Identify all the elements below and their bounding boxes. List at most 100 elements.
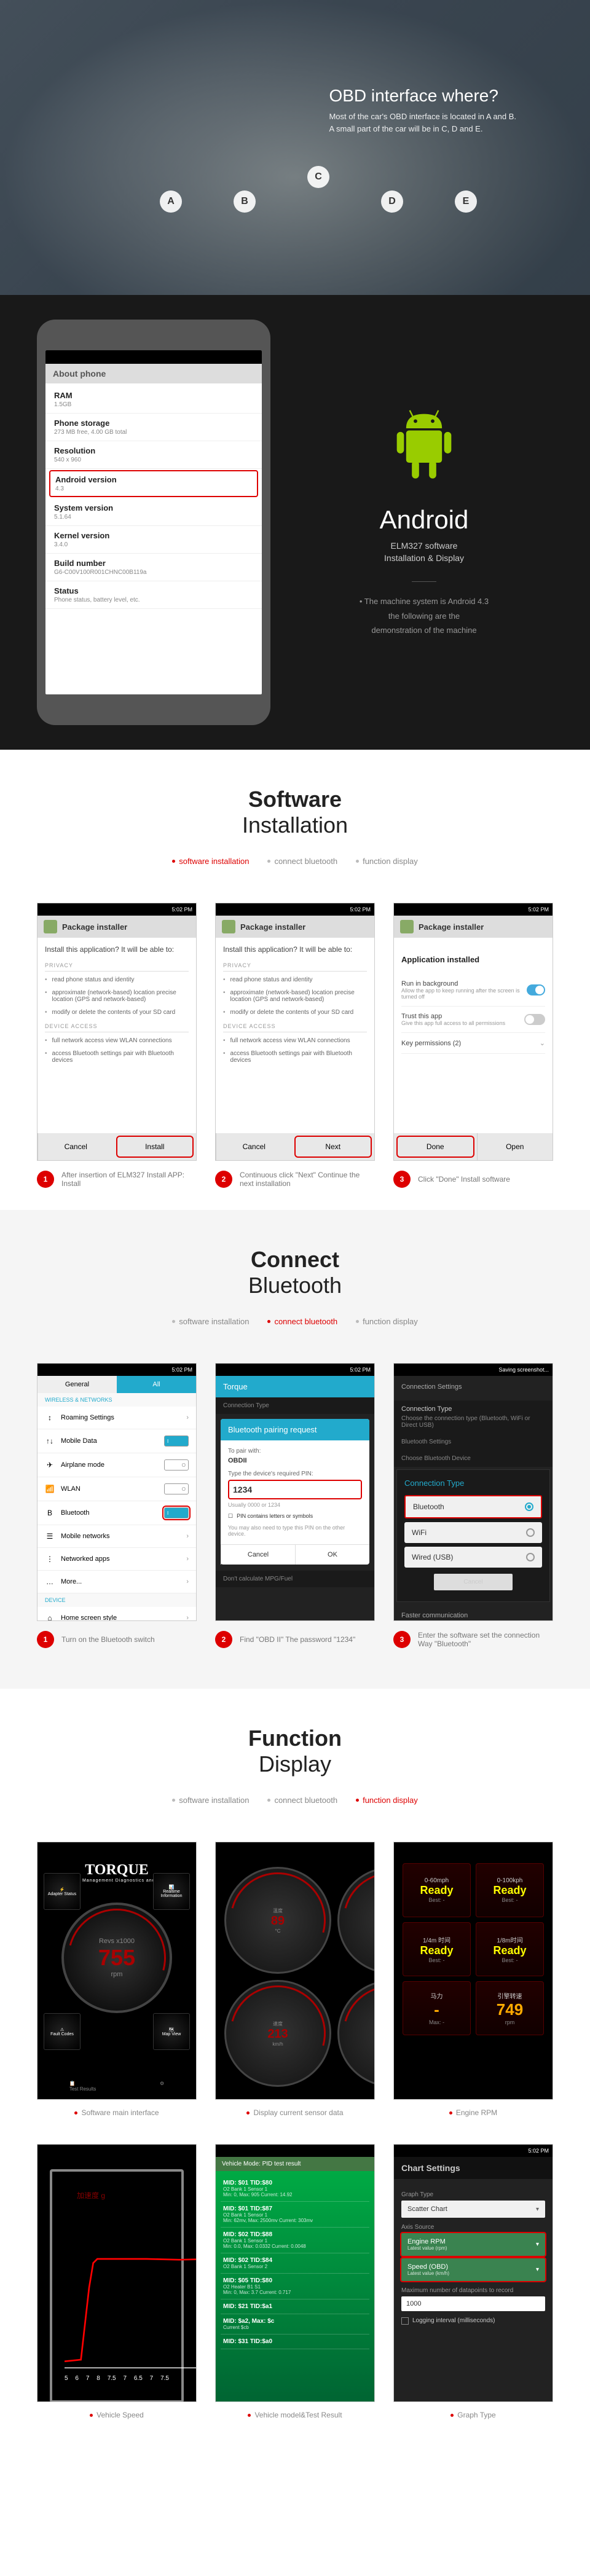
about-item[interactable]: StatusPhone status, battery level, etc. <box>45 581 262 609</box>
tab-software[interactable]: software installation <box>172 1317 249 1326</box>
power-box[interactable]: 引擎转速749rpm <box>476 1981 544 2035</box>
step-3-badge: 3 <box>393 1171 411 1188</box>
timing-box[interactable]: 1/8m时间ReadyBest: - <box>476 1922 544 1976</box>
sensor-item[interactable]: MID: $05 TID:$80O2 Heater B1 S1Min: 0, M… <box>221 2274 369 2299</box>
settings-item-more...[interactable]: …More...› <box>37 1571 196 1593</box>
acceleration-plot <box>65 2247 197 2370</box>
about-item[interactable]: Phone storage273 MB free, 4.00 GB total <box>45 414 262 441</box>
settings-item-mobile-networks[interactable]: ☰Mobile networks› <box>37 1525 196 1548</box>
timing-box[interactable]: 0-60mphReadyBest: - <box>403 1863 471 1917</box>
conn-wifi-option[interactable]: WiFi <box>404 1522 542 1543</box>
torque-main-screen: TORQUE Engine Management Diagnostics and… <box>37 1842 197 2100</box>
caption-rpm: Engine RPM <box>456 2108 497 2117</box>
sensor-gauge[interactable]: 速度213km/h <box>224 1980 331 2087</box>
graph-type-select[interactable]: Scatter Chart▾ <box>401 2201 545 2218</box>
axis-source-select-2[interactable]: Speed (OBD)Latest value (km/h) ▾ <box>401 2258 545 2281</box>
tab-function[interactable]: function display <box>356 857 418 866</box>
rpm-screen: 0-60mphReadyBest: -0-100kphReadyBest: -1… <box>393 1842 553 2100</box>
settings-item-bluetooth[interactable]: BBluetoothI <box>37 1501 196 1525</box>
tab-software[interactable]: software installation <box>172 857 249 866</box>
tab-bluetooth[interactable]: connect bluetooth <box>267 1317 337 1326</box>
pair-ok-button[interactable]: OK <box>295 1545 369 1565</box>
done-button[interactable]: Done <box>396 1136 474 1158</box>
settings-item-roaming-settings[interactable]: ↕Roaming Settings› <box>37 1407 196 1429</box>
tab-software[interactable]: software installation <box>172 1796 249 1805</box>
sensor-item[interactable]: MID: $21 TID:$a1 <box>221 2299 369 2314</box>
about-item[interactable]: Android version4.3 <box>49 470 258 497</box>
trust-toggle[interactable] <box>524 1014 545 1025</box>
max-points-input[interactable]: 1000 <box>401 2296 545 2311</box>
package-icon <box>44 920 57 933</box>
conn-cancel-button[interactable]: Cancel <box>434 1574 513 1590</box>
about-item[interactable]: Kernel version3.4.0 <box>45 526 262 554</box>
pin-input[interactable]: 1234 <box>228 1480 362 1499</box>
main-rpm-gauge[interactable]: Revs x1000 755 rpm <box>61 1903 172 2013</box>
android-desc2: the following are the <box>295 609 553 623</box>
settings-item-airplane-mode[interactable]: ✈Airplane modeO <box>37 1453 196 1477</box>
map-view-button[interactable]: 🗺Map View <box>153 2013 190 2050</box>
about-item[interactable]: Resolution540 x 960 <box>45 441 262 469</box>
conn-type-label: Connection Type <box>216 1397 374 1414</box>
next-button[interactable]: Next <box>294 1136 372 1158</box>
tab-bluetooth[interactable]: connect bluetooth <box>267 1796 337 1805</box>
log-checkbox[interactable] <box>401 2317 409 2325</box>
axis-source-select-1[interactable]: Engine RPMLatest value (rpm) ▾ <box>401 2233 545 2256</box>
about-phone-list: RAM1.5GBPhone storage273 MB free, 4.00 G… <box>45 383 262 611</box>
sensor-item[interactable]: MID: $02 TID:$84O2 Bank 1 Sensor 2 <box>221 2253 369 2274</box>
timing-box[interactable]: 1/4m 时间ReadyBest: - <box>403 1922 471 1976</box>
sensor-gauge[interactable]: Revs755rpm <box>337 1980 375 2087</box>
power-box[interactable]: 马力-Max: - <box>403 1981 471 2035</box>
package-icon <box>400 920 414 933</box>
fault-codes-button[interactable]: ⚠Fault Codes <box>44 2013 81 2050</box>
test-results-button[interactable]: 📋Test Results <box>69 2081 96 2092</box>
sensor-item[interactable]: MID: $01 TID:$80O2 Bank 1 Sensor 1Min: 0… <box>221 2176 369 2202</box>
key-perms-link[interactable]: Key permissions (2) <box>401 1040 461 1047</box>
expand-icon: ⌄ <box>540 1039 545 1047</box>
about-item[interactable]: RAM1.5GB <box>45 386 262 414</box>
timing-box[interactable]: 0-100kphReadyBest: - <box>476 1863 544 1917</box>
tab-general[interactable]: General <box>37 1376 117 1393</box>
bt-settings-label: Bluetooth Settings <box>394 1434 553 1450</box>
tab-bluetooth[interactable]: connect bluetooth <box>267 857 337 866</box>
max-points-label: Maximum number of datapoints to record <box>401 2287 545 2294</box>
open-button[interactable]: Open <box>477 1133 553 1160</box>
settings-item-networked-apps[interactable]: ⋮Networked apps› <box>37 1548 196 1571</box>
function-title: Function <box>248 1726 342 1751</box>
sensor-gauge[interactable]: 温度89°C <box>224 1867 331 1974</box>
settings-icon[interactable]: ⚙ <box>160 2081 164 2092</box>
android-sub1: ELM327 software <box>295 541 553 551</box>
checkbox-icon[interactable]: ☐ <box>228 1513 233 1520</box>
sensor-item[interactable]: MID: $a2, Max: $cCurrent $cb <box>221 2314 369 2334</box>
bt-step-1: Turn on the Bluetooth switch <box>61 1635 155 1644</box>
cancel-button[interactable]: Cancel <box>37 1133 114 1160</box>
cancel-button[interactable]: Cancel <box>216 1133 292 1160</box>
sensor-gauges-screen: 温度89°C电压14.1V速度213km/hRevs755rpm <box>215 1842 375 2100</box>
tab-function[interactable]: function display <box>356 1796 418 1805</box>
perm-item: full network access view WLAN connection… <box>52 1037 172 1044</box>
conn-bluetooth-option[interactable]: Bluetooth <box>404 1495 542 1518</box>
package-icon <box>222 920 235 933</box>
torque-header: Torque <box>216 1376 374 1397</box>
settings-item-wlan[interactable]: 📶WLANO <box>37 1477 196 1501</box>
tab-all[interactable]: All <box>117 1376 196 1393</box>
settings-item-mobile-data[interactable]: ↑↓Mobile DataI <box>37 1429 196 1453</box>
pkg-installer-title: Package installer <box>419 922 484 932</box>
about-item[interactable]: Build numberG6-C00V100R001CHNC00B119a <box>45 554 262 581</box>
location-label-a: A <box>160 190 182 213</box>
install-prompt: Install this application? It will be abl… <box>223 945 367 954</box>
tab-function[interactable]: function display <box>356 1317 418 1326</box>
bt-step-3: Enter the software set the connection Wa… <box>418 1631 553 1648</box>
about-item[interactable]: System version5.1.64 <box>45 498 262 526</box>
sensor-item[interactable]: MID: $01 TID:$87O2 Bank 1 Sensor 1Min: 6… <box>221 2202 369 2228</box>
run-bg-toggle[interactable] <box>527 984 545 995</box>
perm-item: read phone status and identity <box>52 976 135 983</box>
pair-cancel-button[interactable]: Cancel <box>221 1545 295 1565</box>
sensor-item[interactable]: MID: $31 TID:$a0 <box>221 2334 369 2349</box>
sensor-gauge[interactable]: 电压14.1V <box>337 1867 375 1974</box>
install-button[interactable]: Install <box>116 1136 194 1158</box>
conn-usb-option[interactable]: Wired (USB) <box>404 1547 542 1568</box>
privacy-header: PRIVACY <box>223 962 367 972</box>
graph-screen: 加速度 g 56787.576.577.5 <box>37 2144 197 2402</box>
sensor-item[interactable]: MID: $02 TID:$88O2 Bank 1 Sensor 1Min: 0… <box>221 2228 369 2253</box>
settings-item[interactable]: ⌂Home screen style› <box>37 1607 196 1621</box>
